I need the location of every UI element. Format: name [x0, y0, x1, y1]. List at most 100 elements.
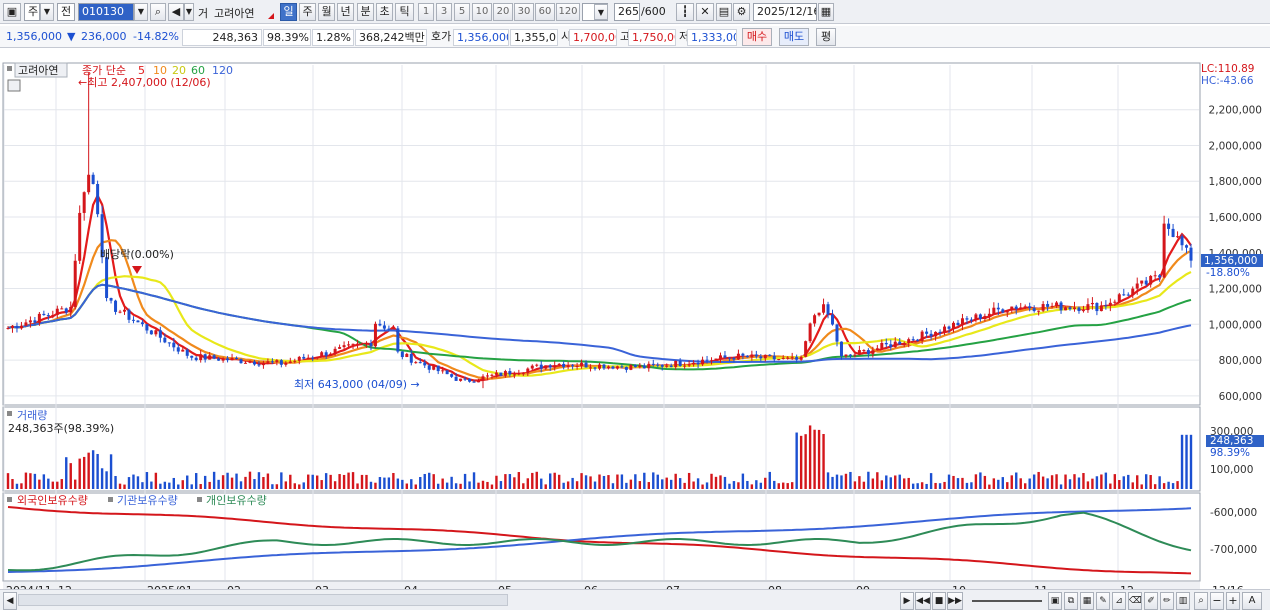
- candle-style-icon[interactable]: ┇: [676, 3, 694, 21]
- candle-body: [441, 370, 445, 372]
- eraser-icon[interactable]: ⌫: [1128, 592, 1142, 610]
- save-icon[interactable]: ▤: [716, 3, 732, 21]
- volume-bar: [177, 484, 180, 489]
- crosshair-icon[interactable]: ✕: [696, 3, 714, 21]
- interval-120[interactable]: 120: [556, 3, 580, 21]
- candle-body: [974, 314, 978, 320]
- average-button[interactable]: 평: [816, 28, 836, 46]
- code-dropdown-icon[interactable]: ▼: [134, 3, 148, 21]
- volume-bar: [199, 484, 202, 489]
- volume-bar: [768, 471, 771, 489]
- candle-body: [123, 309, 127, 312]
- rewind-icon[interactable]: ◀◀: [915, 592, 931, 610]
- stock-name: 고려아연: [214, 7, 255, 20]
- volume-bar: [329, 474, 332, 489]
- legend-individual: 개인보유수량: [206, 494, 267, 507]
- volume-bar: [956, 478, 960, 489]
- interval-5[interactable]: 5: [454, 3, 470, 21]
- interval-3[interactable]: 3: [436, 3, 452, 21]
- period-tab-month[interactable]: 월: [318, 3, 335, 21]
- volume-bar: [271, 484, 274, 489]
- price-axis: 2,200,0002,000,0001,800,0001,600,0001,40…: [1209, 105, 1262, 403]
- interval-dropdown-icon[interactable]: ▼: [594, 4, 608, 20]
- pencil-icon[interactable]: ✐: [1144, 592, 1158, 610]
- interval-20[interactable]: 20: [493, 3, 513, 21]
- interval-60[interactable]: 60: [535, 3, 555, 21]
- volume-bar: [168, 482, 171, 489]
- volume-bar: [123, 484, 126, 489]
- draw-tool-icon[interactable]: ✎: [1096, 592, 1110, 610]
- period-tab-second[interactable]: 초: [376, 3, 393, 21]
- gear-icon[interactable]: ⚙: [733, 3, 750, 21]
- type-select[interactable]: 전: [57, 3, 75, 21]
- volume-bar: [262, 477, 265, 489]
- stock-code-input[interactable]: 010130: [78, 3, 134, 21]
- candle-body: [503, 371, 507, 376]
- horizontal-scrollbar[interactable]: [18, 594, 508, 606]
- period-tab-tick[interactable]: 틱: [395, 3, 414, 21]
- candle-body: [96, 183, 100, 215]
- market-dropdown-icon[interactable]: ▼: [40, 3, 54, 21]
- data-table-icon[interactable]: [7, 79, 21, 92]
- speaker-icon[interactable]: ◀: [168, 3, 184, 21]
- candle-body: [1019, 307, 1023, 309]
- ruler-icon[interactable]: ⊿: [1112, 592, 1126, 610]
- volume-bar: [450, 476, 453, 489]
- candle-body: [1028, 306, 1032, 309]
- candle-body: [727, 357, 731, 359]
- volume-bar: [477, 482, 480, 489]
- font-size-icon[interactable]: A: [1242, 592, 1262, 610]
- candle-body: [606, 366, 610, 369]
- interval-10[interactable]: 10: [472, 3, 492, 21]
- candle-body: [530, 365, 534, 369]
- interval-1[interactable]: 1: [418, 3, 434, 21]
- period-tab-minute[interactable]: 분: [357, 3, 374, 21]
- grid-icon[interactable]: ▦: [1080, 592, 1094, 610]
- candle-body: [400, 351, 404, 358]
- zoom-out-icon[interactable]: −: [1210, 592, 1224, 610]
- candle-body: [871, 350, 875, 354]
- calendar-icon[interactable]: ▦: [818, 3, 834, 21]
- bar-count-input[interactable]: 265: [614, 3, 640, 21]
- period-tab-day[interactable]: 일: [280, 3, 297, 21]
- layout-icon[interactable]: ▣: [1048, 592, 1062, 610]
- chart-type-icon[interactable]: ▥: [1176, 592, 1190, 610]
- period-tab-week[interactable]: 주: [299, 3, 316, 21]
- brush-icon[interactable]: ✏: [1160, 592, 1174, 610]
- sell-button[interactable]: 매도: [779, 28, 809, 46]
- candle-body: [947, 326, 951, 329]
- window-menu-icon[interactable]: ▣: [3, 3, 21, 21]
- volume-bar: [678, 478, 682, 489]
- volume-bar: [1167, 481, 1170, 489]
- volume-bar: [499, 481, 503, 489]
- volume-bar: [1100, 474, 1103, 489]
- volume-bar: [445, 482, 449, 489]
- volume-bar: [87, 452, 90, 489]
- volume-bar: [24, 472, 28, 489]
- search-icon[interactable]: ⌕: [150, 3, 166, 21]
- zoom-slider[interactable]: [972, 600, 1042, 602]
- stop-icon[interactable]: ■: [932, 592, 946, 610]
- price-tick-label: 800,000: [1219, 355, 1262, 367]
- date-input[interactable]: 2025/12/16: [753, 3, 817, 21]
- zoom-in-icon[interactable]: +: [1226, 592, 1240, 610]
- speaker-dropdown-icon[interactable]: ▼: [184, 3, 194, 21]
- candle-body: [1064, 307, 1068, 311]
- zoom-search-icon[interactable]: ⌕: [1194, 592, 1208, 610]
- fast-forward-icon[interactable]: ▶▶: [947, 592, 963, 610]
- copy-icon[interactable]: ⧉: [1064, 592, 1078, 610]
- volume-bar: [974, 474, 978, 489]
- buy-button[interactable]: 매수: [742, 28, 772, 46]
- bid-price: 1,355,0: [510, 29, 558, 46]
- high-annotation: ←최고 2,407,000 (12/06): [78, 76, 211, 89]
- candle-body: [1162, 223, 1166, 278]
- scroll-left-icon[interactable]: ◀: [3, 592, 17, 610]
- stock-chart[interactable]: 고려아연 종가 단순 5 10 20 60 120 ←최고 2,407,000 …: [0, 50, 1270, 610]
- interval-30[interactable]: 30: [514, 3, 534, 21]
- market-select[interactable]: 주: [24, 3, 40, 21]
- candle-body: [261, 362, 265, 366]
- candle-body: [136, 320, 140, 323]
- play-icon[interactable]: ▶: [900, 592, 914, 610]
- period-tab-year[interactable]: 년: [337, 3, 354, 21]
- volume-bar: [965, 482, 969, 489]
